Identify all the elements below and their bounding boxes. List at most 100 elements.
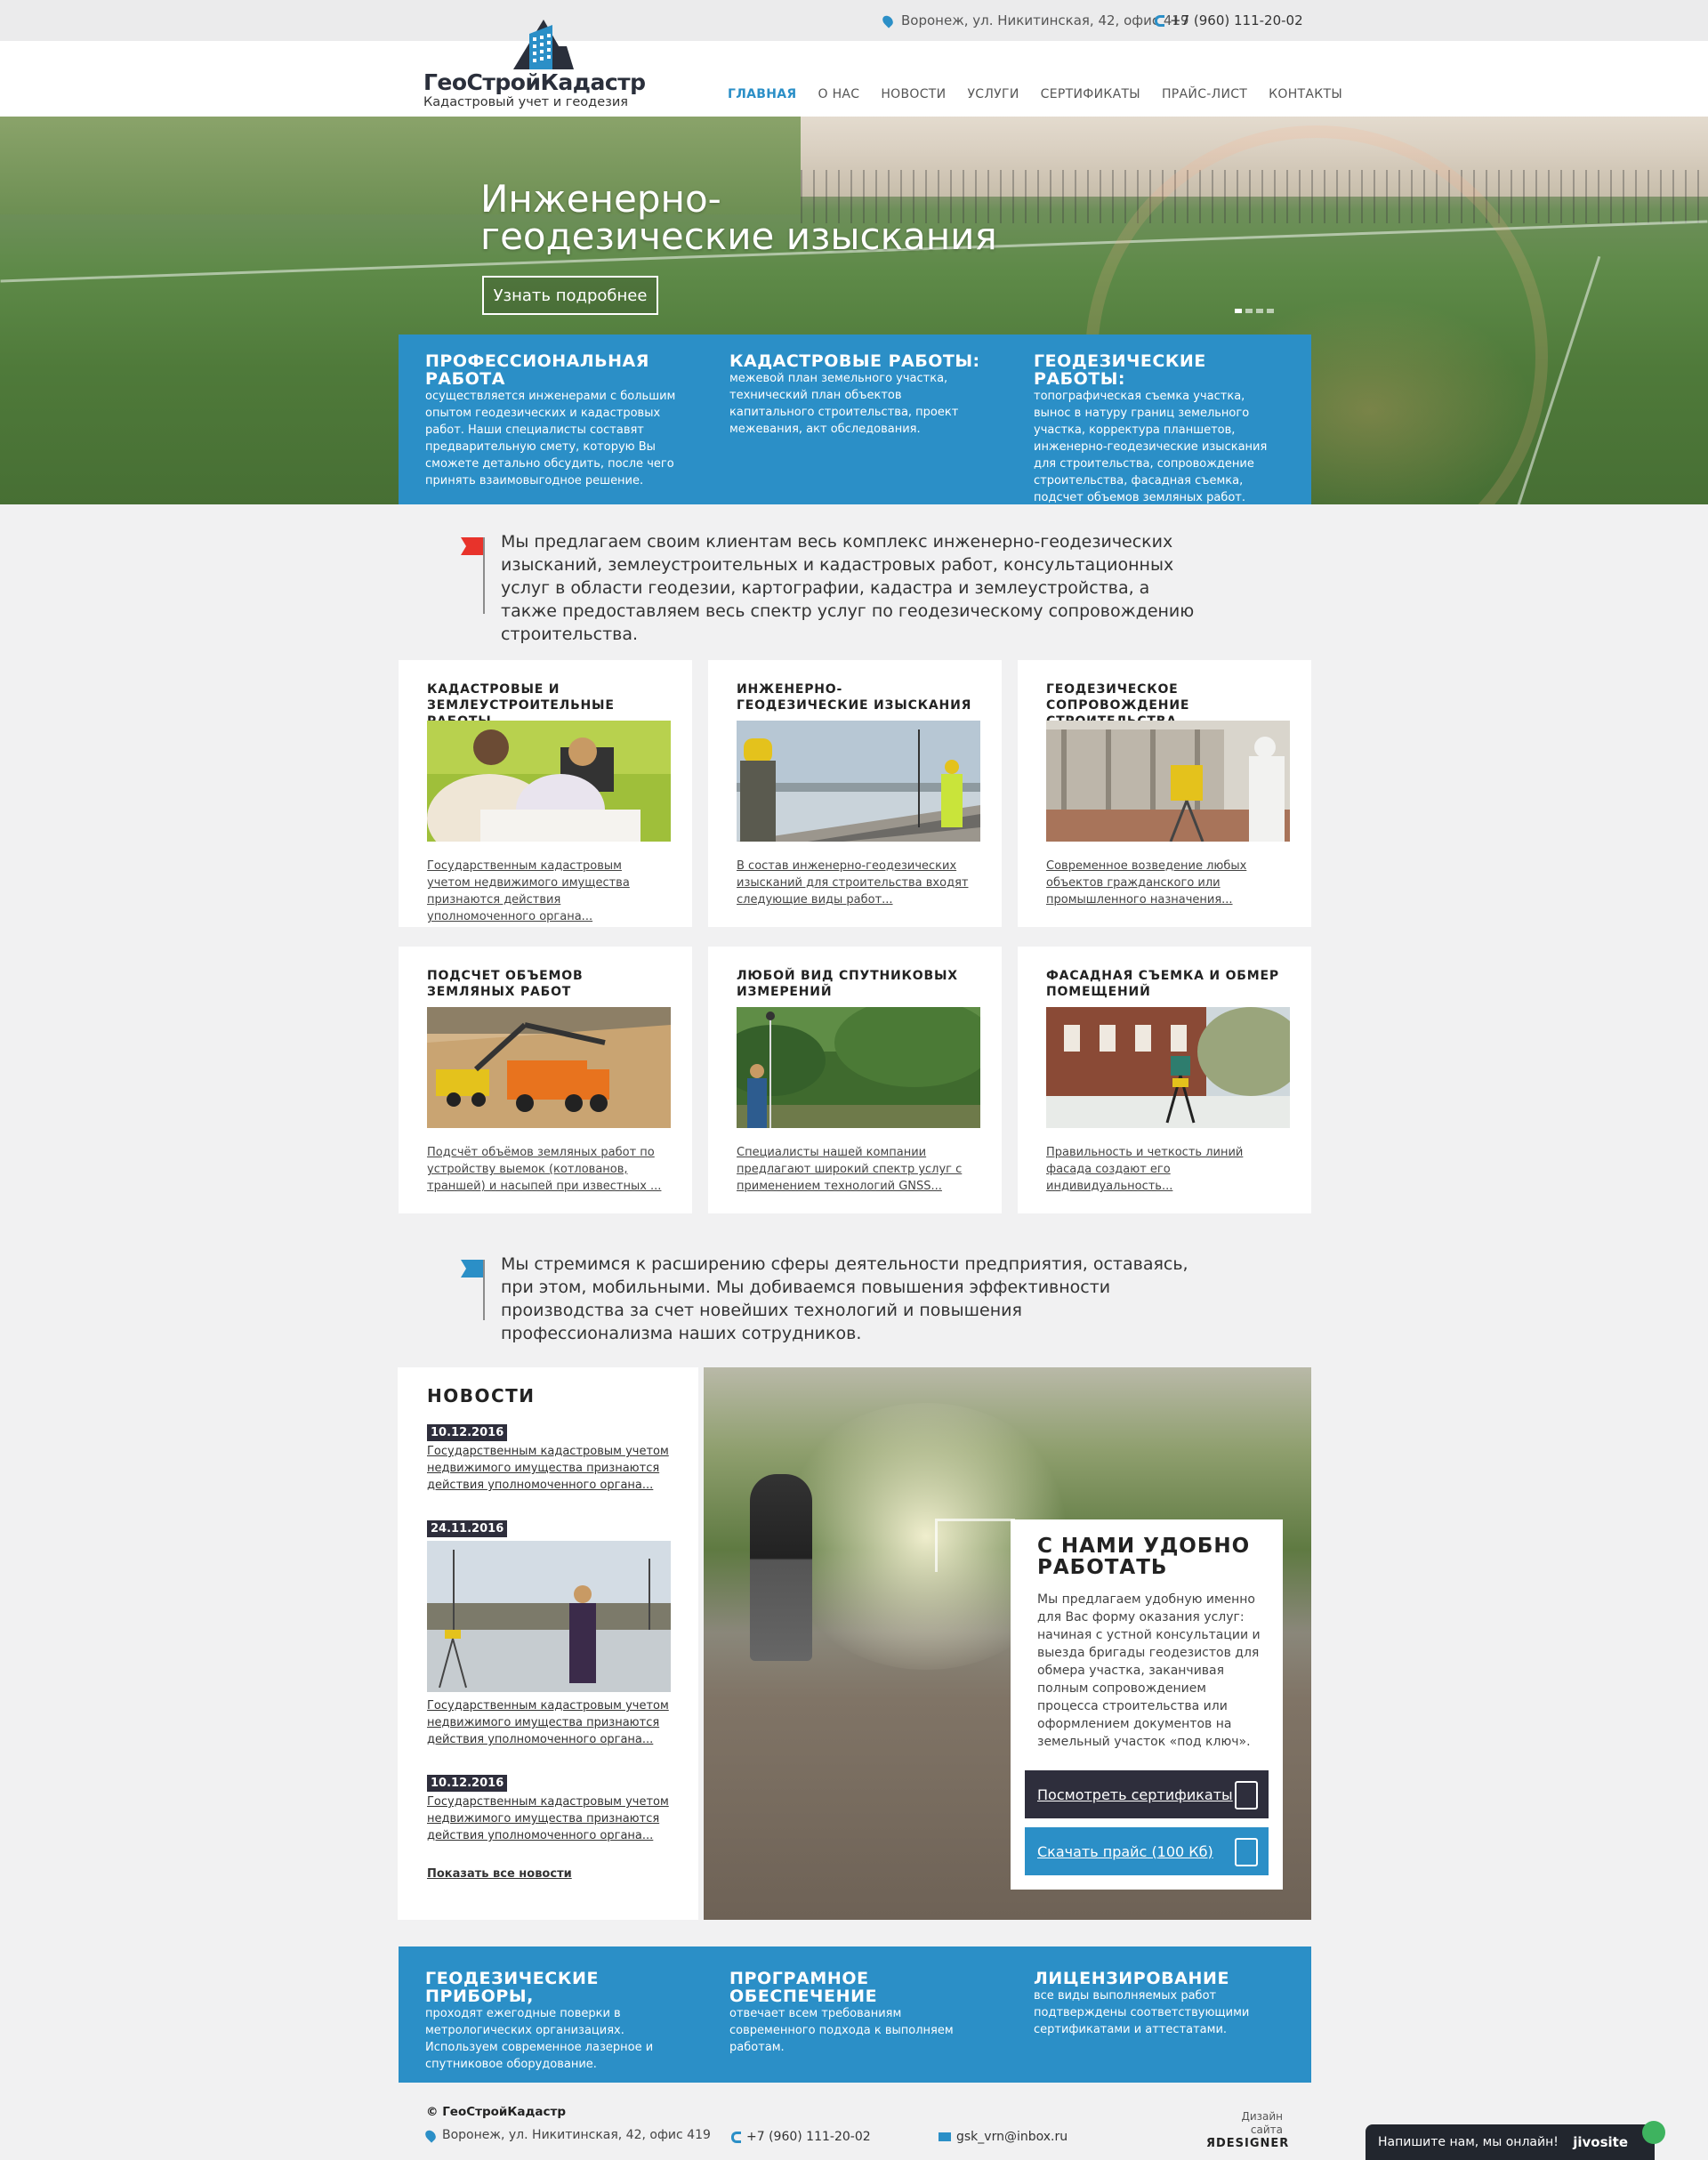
- news-title: НОВОСТИ: [427, 1385, 536, 1406]
- services-grid: КАДАСТРОВЫЕ И ЗЕМЛЕУСТРОИТЕЛЬНЫЕ РАБОТЫ …: [399, 660, 1311, 1213]
- service-card-text[interactable]: В состав инженерно-геодезических изыскан…: [737, 858, 973, 908]
- photo-goal: [935, 1519, 1015, 1572]
- feature-column: ЛИЦЕНЗИРОВАНИЕ все виды выполняемых рабо…: [1007, 1946, 1311, 2083]
- footer-phone-text[interactable]: +7 (960) 111-20-02: [746, 2130, 871, 2144]
- service-card-text[interactable]: Специалисты нашей компании предлагают ши…: [737, 1144, 973, 1195]
- hero-panel-text: межевой план земельного участка, техниче…: [729, 372, 959, 436]
- features-panel: ГЕОДЕЗИЧЕСКИЕ ПРИБОРЫ, проходят ежегодны…: [399, 1946, 1311, 2083]
- hero-info-panel: ПРОФЕССИОНАЛЬНАЯ РАБОТА осуществляется и…: [399, 334, 1311, 504]
- service-card-title[interactable]: ИНЖЕНЕРНО-ГЕОДЕЗИЧЕСКИЕ ИЗЫСКАНИЯ: [737, 681, 973, 721]
- service-card-image[interactable]: [1046, 1007, 1304, 1128]
- slider-dot[interactable]: [1245, 309, 1253, 313]
- promo-title: С НАМИ УДОБНО РАБОТАТЬ: [1037, 1535, 1251, 1579]
- hero-title: Инженерно-геодезические изыскания: [480, 177, 997, 258]
- mission-block: Мы стремимся к расширению сферы деятельн…: [461, 1253, 1199, 1345]
- service-card-title[interactable]: КАДАСТРОВЫЕ И ЗЕМЛЕУСТРОИТЕЛЬНЫЕ РАБОТЫ: [427, 681, 664, 729]
- service-card-image[interactable]: [1046, 721, 1290, 842]
- service-card-text[interactable]: Подсчёт объёмов земляных работ по устрой…: [427, 1144, 664, 1195]
- chat-brand: jivosite: [1573, 2134, 1628, 2150]
- designer-brand[interactable]: ЯDESIGNER: [1206, 2137, 1289, 2150]
- chat-leaf-icon: [1642, 2121, 1665, 2144]
- slider-dot[interactable]: [1235, 309, 1242, 313]
- nav-item-services[interactable]: УСЛУГИ: [967, 87, 1019, 101]
- footer-email[interactable]: gsk_vrn@inbox.ru: [939, 2130, 1068, 2144]
- hero-panel-title: КАДАСТРОВЫЕ РАБОТЫ:: [729, 351, 980, 371]
- designer-credit[interactable]: Дизайн сайта ЯDESIGNER: [1206, 2110, 1288, 2150]
- service-card-image[interactable]: [737, 721, 980, 842]
- hero-panel-title: ПРОФЕССИОНАЛЬНАЯ РАБОТА: [425, 351, 649, 389]
- feature-title: ЛИЦЕНЗИРОВАНИЕ: [1034, 1969, 1230, 1988]
- footer-address-text: Воронеж, ул. Никитинская, 42, офис 419: [442, 2128, 711, 2142]
- footer-address: Воронеж, ул. Никитинская, 42, офис 419: [423, 2127, 711, 2143]
- nav-item-news[interactable]: НОВОСТИ: [881, 87, 946, 101]
- nav-item-contacts[interactable]: КОНТАКТЫ: [1269, 87, 1342, 101]
- service-card[interactable]: ИНЖЕНЕРНО-ГЕОДЕЗИЧЕСКИЕ ИЗЫСКАНИЯ В сост…: [708, 660, 1002, 927]
- service-card-title[interactable]: ФАСАДНАЯ СЪЕМКА И ОБМЕР ПОМЕЩЕНИЙ: [1046, 968, 1283, 1007]
- hero-panel-text: осуществляется инженерами с большим опыт…: [425, 390, 676, 488]
- top-bar: Воронеж, ул. Никитинская, 42, офис 419 +…: [0, 0, 1708, 41]
- slider-dot[interactable]: [1267, 309, 1274, 313]
- service-card[interactable]: ГЕОДЕЗИЧЕСКОЕ СОПРОВОЖДЕНИЕ СТРОИТЕЛЬСТВ…: [1018, 660, 1311, 927]
- footer-email-text[interactable]: gsk_vrn@inbox.ru: [956, 2130, 1068, 2144]
- location-pin-icon: [423, 2127, 439, 2143]
- hero-panel-column: КАДАСТРОВЫЕ РАБОТЫ: межевой план земельн…: [703, 334, 1007, 504]
- service-card[interactable]: ЛЮБОЙ ВИД СПУТНИКОВЫХ ИЗМЕРЕНИЙ Специали…: [708, 947, 1002, 1213]
- feature-column: ПРОГРАМНОЕ ОБЕСПЕЧЕНИЕ отвечает всем тре…: [703, 1946, 1007, 2083]
- service-card-image[interactable]: [719, 998, 995, 1128]
- photo-surveyor: [750, 1474, 812, 1661]
- chat-widget[interactable]: Напишите нам, мы онлайн! jivosite: [1366, 2121, 1665, 2160]
- news-item: 10.12.2016 Государственным кадастровым у…: [427, 1773, 669, 1844]
- service-card-text[interactable]: Государственным кадастровым учетом недви…: [427, 858, 664, 925]
- nav-item-home[interactable]: ГЛАВНАЯ: [728, 87, 797, 101]
- nav-item-about[interactable]: О НАС: [818, 87, 860, 101]
- building-logo-icon: [513, 20, 574, 69]
- service-card-text[interactable]: Правильность и четкость линий фасада соз…: [1046, 1144, 1283, 1195]
- service-card[interactable]: КАДАСТРОВЫЕ И ЗЕМЛЕУСТРОИТЕЛЬНЫЕ РАБОТЫ …: [399, 660, 692, 927]
- news-date: 24.11.2016: [427, 1520, 508, 1537]
- mail-icon: [939, 2132, 951, 2141]
- news-text[interactable]: Государственным кадастровым учетом недви…: [427, 1443, 669, 1494]
- promo-card: С НАМИ УДОБНО РАБОТАТЬ Мы предлагаем удо…: [1011, 1519, 1283, 1890]
- top-phone[interactable]: +7 (960) 111-20-02: [1155, 12, 1303, 28]
- feature-text: проходят ежегодные поверки в метрологиче…: [425, 2007, 654, 2071]
- phone-icon: [731, 2131, 741, 2143]
- nav-item-pricelist[interactable]: ПРАЙС-ЛИСТ: [1162, 87, 1247, 101]
- main-nav: ГЛАВНАЯ О НАС НОВОСТИ УСЛУГИ СЕРТИФИКАТЫ…: [728, 87, 1364, 101]
- feature-title: ГЕОДЕЗИЧЕСКИЕ ПРИБОРЫ,: [425, 1969, 600, 2006]
- slider-dot[interactable]: [1256, 309, 1263, 313]
- service-card-image[interactable]: [427, 721, 671, 863]
- download-price-button[interactable]: Скачать прайс (100 Кб): [1025, 1827, 1269, 1875]
- view-certificates-label[interactable]: Посмотреть сертификаты: [1037, 1786, 1233, 1803]
- red-flag-icon: [461, 537, 485, 614]
- news-text[interactable]: Государственным кадастровым учетом недви…: [427, 1697, 669, 1748]
- service-card-title[interactable]: ПОДСЧЕТ ОБЪЕМОВ ЗЕМЛЯНЫХ РАБОТ: [427, 968, 664, 1007]
- feature-text: все виды выполняемых работ подтверждены …: [1034, 1989, 1250, 2036]
- footer-phone[interactable]: +7 (960) 111-20-02: [731, 2130, 871, 2144]
- service-card-text[interactable]: Современное возведение любых объектов гр…: [1046, 858, 1283, 908]
- news-date: 10.12.2016: [427, 1775, 508, 1792]
- service-card[interactable]: ФАСАДНАЯ СЪЕМКА И ОБМЕР ПОМЕЩЕНИЙ Правил…: [1018, 947, 1311, 1213]
- chat-label[interactable]: Напишите нам, мы онлайн!: [1378, 2135, 1559, 2149]
- news-image[interactable]: [427, 1541, 671, 1692]
- news-block: НОВОСТИ 10.12.2016 Государственным кадас…: [398, 1367, 698, 1920]
- pdf-icon: [1235, 1838, 1258, 1866]
- hero-panel-text: топографическая съемка участка, вынос в …: [1034, 390, 1268, 504]
- mission-text: Мы стремимся к расширению сферы деятельн…: [501, 1254, 1188, 1343]
- intro-text: Мы предлагаем своим клиентам весь компле…: [501, 532, 1195, 644]
- hero-panel-column: ПРОФЕССИОНАЛЬНАЯ РАБОТА осуществляется и…: [399, 334, 703, 504]
- hero-more-button[interactable]: Узнать подробнее: [482, 276, 658, 315]
- all-news-link[interactable]: Показать все новости: [427, 1867, 669, 1881]
- service-card-image[interactable]: [427, 1007, 671, 1128]
- service-card[interactable]: ПОДСЧЕТ ОБЪЕМОВ ЗЕМЛЯНЫХ РАБОТ Подсчёт о…: [399, 947, 692, 1213]
- service-card-title[interactable]: ЛЮБОЙ ВИД СПУТНИКОВЫХ ИЗМЕРЕНИЙ: [737, 968, 973, 1007]
- footer-copyright: © ГеоСтройКадастр: [426, 2105, 567, 2119]
- news-text[interactable]: Государственным кадастровым учетом недви…: [427, 1793, 669, 1844]
- top-phone-text[interactable]: +7 (960) 111-20-02: [1170, 12, 1303, 28]
- nav-item-certificates[interactable]: СЕРТИФИКАТЫ: [1041, 87, 1140, 101]
- download-price-label[interactable]: Скачать прайс (100 Кб): [1037, 1843, 1213, 1860]
- service-card-title[interactable]: ГЕОДЕЗИЧЕСКОЕ СОПРОВОЖДЕНИЕ СТРОИТЕЛЬСТВ…: [1046, 681, 1283, 729]
- promo-text: Мы предлагаем удобную именно для Вас фор…: [1037, 1592, 1261, 1749]
- view-certificates-button[interactable]: Посмотреть сертификаты: [1025, 1770, 1269, 1818]
- location-pin-icon: [880, 12, 896, 28]
- logo-tagline: Кадастровый учет и геодезия: [423, 95, 628, 109]
